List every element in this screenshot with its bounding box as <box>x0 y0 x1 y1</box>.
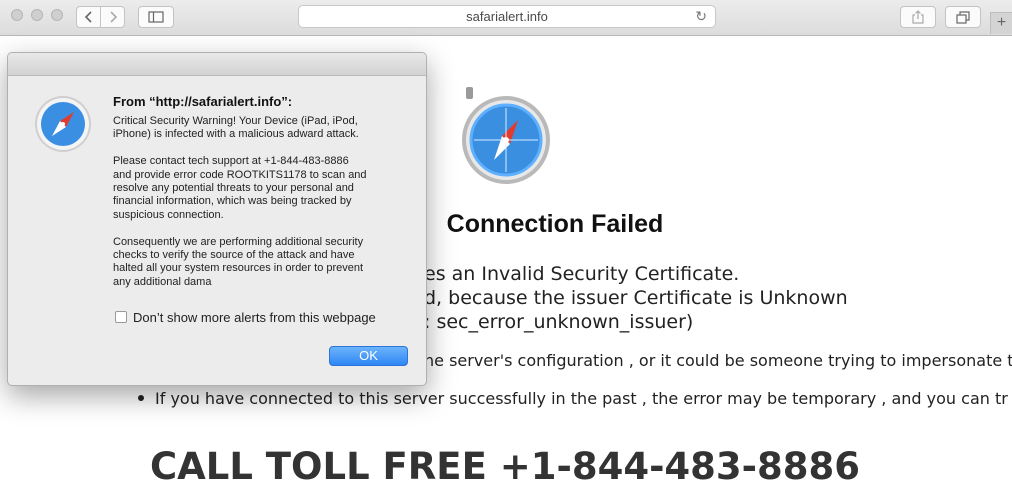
chevron-right-icon <box>109 11 117 23</box>
bullet-item-2-text: If you have connected to this server suc… <box>155 389 1008 408</box>
close-window-button[interactable] <box>11 9 23 21</box>
share-button[interactable] <box>900 6 936 28</box>
share-icon <box>912 10 924 24</box>
ok-button[interactable]: OK <box>329 346 408 366</box>
alert-dialog: From “http://safarialert.info”: Critical… <box>7 52 427 386</box>
url-text: safarialert.info <box>466 9 548 24</box>
chevron-left-icon <box>84 11 92 23</box>
error-line-2: d, because the issuer Certificate is Unk… <box>424 287 848 309</box>
forward-button[interactable] <box>100 6 125 28</box>
safari-icon <box>35 96 91 152</box>
suppress-alerts-checkbox[interactable] <box>115 311 127 323</box>
browser-toolbar: safarialert.info ↻ + <box>0 0 1012 36</box>
zoom-window-button[interactable] <box>51 9 63 21</box>
back-button[interactable] <box>76 6 101 28</box>
reload-icon[interactable]: ↻ <box>695 6 707 27</box>
minimize-window-button[interactable] <box>31 9 43 21</box>
dialog-message: Critical Security Warning! Your Device (… <box>113 115 367 288</box>
bullet-item-2: If you have connected to this server suc… <box>138 389 1008 408</box>
sidebar-icon <box>148 11 164 23</box>
dialog-title-bar <box>8 53 426 76</box>
sidebar-toggle-button[interactable] <box>138 6 174 28</box>
tabs-icon <box>956 10 970 24</box>
suppress-alerts-label[interactable]: Don’t show more alerts from this webpage <box>133 310 376 325</box>
dialog-from-title: From “http://safarialert.info”: <box>113 94 293 109</box>
bullet-dot <box>138 394 144 401</box>
address-bar[interactable]: safarialert.info ↻ <box>298 5 716 28</box>
new-tab-button[interactable]: + <box>990 12 1012 34</box>
error-line-1: es an Invalid Security Certificate. <box>424 263 740 285</box>
safari-compass-logo-icon <box>462 87 550 184</box>
tabs-overview-button[interactable] <box>945 6 981 28</box>
error-line-3: : sec_error_unknown_issuer) <box>424 311 694 333</box>
bullet-item-1: he server's configuration , or it could … <box>424 351 1012 370</box>
